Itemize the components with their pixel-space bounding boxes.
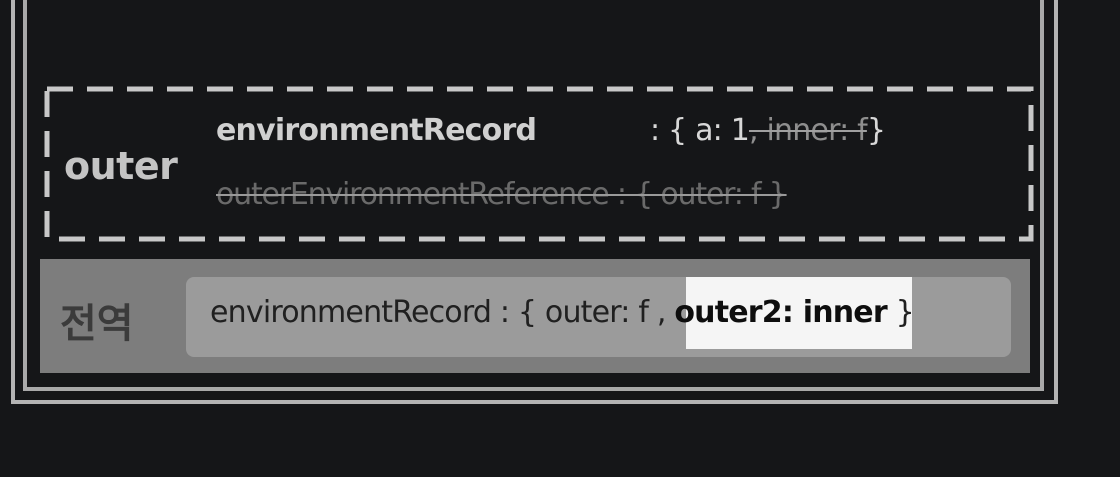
global-record-text: environmentRecord : { outer: f , outer2:… [210,295,915,330]
outer-context-label: outer [64,144,178,188]
outer-record-removed-entry: , inner: f [748,113,868,148]
global-record-prefix: environmentRecord : { outer: f , [210,295,666,330]
outer-record-entries: : { a: 1 [650,113,750,148]
global-record-close: } [895,295,915,330]
global-execution-context: 전역 environmentRecord : { outer: f , oute… [40,259,1030,373]
outer-environment-reference: outerEnvironmentReference : { outer: f } [216,177,788,212]
highlighted-entry: outer2: inner [674,295,887,330]
outer-environment-record-key: environmentRecord [216,113,537,148]
outer-environment-record-value: : { a: 1, inner: f} [650,113,886,148]
global-environment-record: environmentRecord : { outer: f , outer2:… [186,277,1011,357]
outer-execution-context: outer environmentRecord : { a: 1, inner:… [44,86,1034,242]
dashed-border [44,86,1034,242]
global-context-label: 전역 [60,301,134,347]
outer-record-close: } [866,113,886,148]
diagram-canvas: outer environmentRecord : { a: 1, inner:… [0,0,1120,477]
